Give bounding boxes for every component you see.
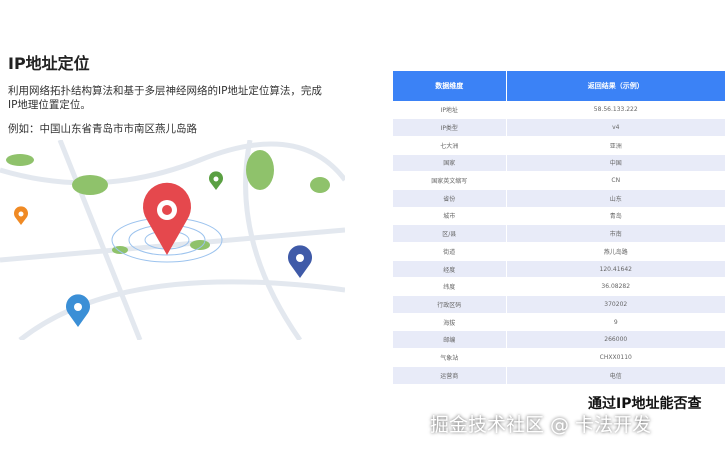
orange-pin-icon — [14, 206, 28, 225]
table-row: IP地址 58.56.133.222 — [393, 101, 726, 120]
map-illustration — [0, 140, 345, 340]
dimension-label: 运营商 — [393, 366, 507, 385]
description: 利用网络拓扑结构算法和基于多层神经网络的IP地址定位算法，完成IP地理位置定位。 — [8, 85, 322, 111]
dimension-label: IP地址 — [393, 101, 507, 120]
table-row: 城市 青岛 — [393, 207, 726, 226]
result-value: 中国 — [506, 154, 726, 173]
result-value: 电信 — [506, 366, 726, 385]
result-value: 燕儿岛路 — [506, 242, 726, 261]
result-value: 36.08282 — [506, 277, 726, 297]
result-value: 266000 — [506, 330, 726, 350]
result-value: 120.41642 — [506, 260, 726, 279]
ip-result-table: 数据维度 返回结果（示例） IP地址 58.56.133.222 IP类型 v4 七大洲… — [393, 71, 726, 385]
table-row: 省份 山东 — [393, 189, 726, 208]
table-row: 国家英文缩写 CN — [393, 171, 726, 190]
dimension-label: 气象站 — [393, 348, 507, 367]
dimension-label: 区/县 — [393, 224, 507, 243]
dimension-label: 行政区码 — [393, 295, 507, 314]
result-value: 青岛 — [506, 207, 726, 226]
dimension-label: 街道 — [393, 242, 507, 261]
dimension-label: 海拔 — [393, 313, 507, 332]
table-row: 经度 120.41642 — [393, 260, 726, 279]
result-value: CHXX0110 — [506, 348, 726, 367]
dimension-label: 省份 — [393, 189, 507, 208]
dimension-label: 七大洲 — [393, 136, 507, 155]
table-row: 七大洲 亚洲 — [393, 136, 726, 155]
result-value: v4 — [506, 118, 726, 137]
result-value: 370202 — [506, 295, 726, 314]
green-pin-icon — [209, 171, 223, 190]
table-row: 区/县 市南 — [393, 224, 726, 243]
table-row: 国家 中国 — [393, 154, 726, 173]
result-value: CN — [506, 171, 726, 190]
result-value: 市南 — [506, 224, 726, 243]
page-title: IP地址定位 — [8, 54, 90, 73]
dimension-label: 国家 — [393, 154, 507, 173]
table-row: 运营商 电信 — [393, 366, 726, 385]
result-value: 山东 — [506, 189, 726, 208]
column-header: 返回结果（示例） — [506, 71, 726, 101]
table-row: IP类型 v4 — [393, 118, 726, 137]
table-row: 海拔 9 — [393, 313, 726, 332]
table-row: 气象站 CHXX0110 — [393, 348, 726, 367]
table-row: 行政区码 370202 — [393, 295, 726, 314]
watermark-footer: 掘金技术社区 @ 卡法开发 — [430, 414, 652, 436]
table-row: 纬度 36.08282 — [393, 277, 726, 297]
dimension-label: 经度 — [393, 260, 507, 279]
dimension-label: 城市 — [393, 207, 507, 226]
dimension-label: IP类型 — [393, 118, 507, 137]
light-blue-pin-icon — [66, 294, 90, 327]
result-value: 58.56.133.222 — [506, 101, 726, 120]
dimension-label: 邮编 — [393, 330, 507, 350]
table-row: 街道 燕儿岛路 — [393, 242, 726, 261]
example-text: 例如：中国山东省青岛市市南区燕儿岛路 — [8, 123, 197, 135]
result-value: 亚洲 — [506, 136, 726, 155]
column-header: 数据维度 — [393, 71, 507, 101]
dimension-label: 国家英文缩写 — [393, 171, 507, 190]
blue-pin-icon — [288, 245, 312, 278]
dimension-label: 纬度 — [393, 277, 507, 297]
result-value: 9 — [506, 313, 726, 332]
table-row: 邮编 266000 — [393, 330, 726, 350]
